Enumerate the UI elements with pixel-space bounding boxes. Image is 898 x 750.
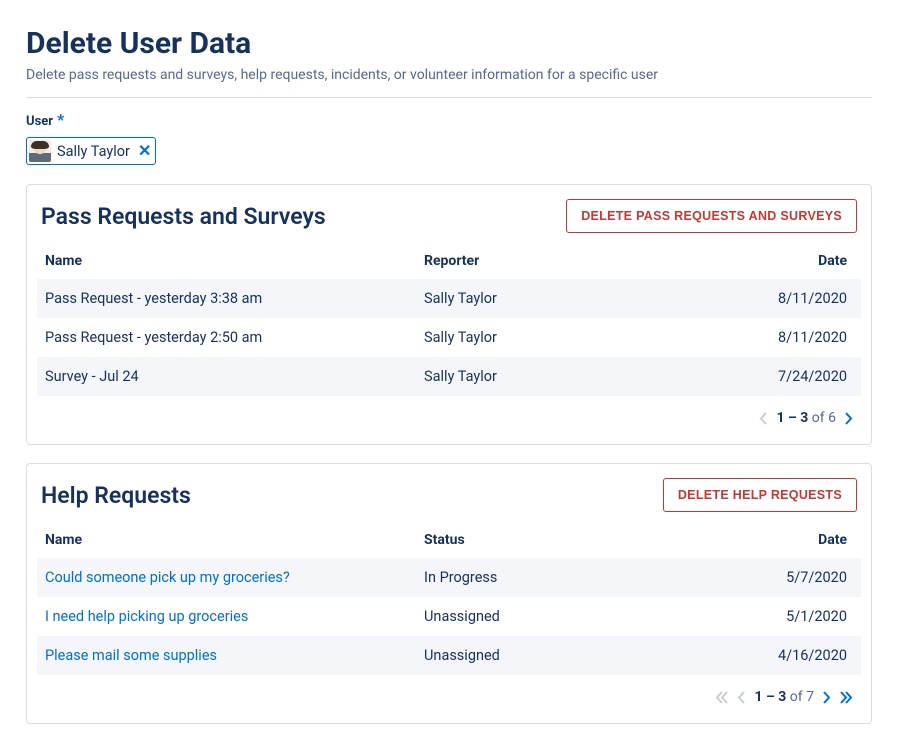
chevron-left-icon — [759, 412, 768, 425]
table-row: Please mail some supplies Unassigned 4/1… — [37, 636, 861, 675]
help-request-link[interactable]: Please mail some supplies — [45, 647, 217, 664]
required-star: * — [57, 110, 64, 129]
chevron-left-icon — [737, 691, 746, 704]
table-row: Could someone pick up my groceries? In P… — [37, 558, 861, 597]
pager-range: 1 – 3 — [754, 689, 786, 705]
pager-text: 1 – 3 of 7 — [754, 689, 814, 705]
panel-pass-requests: Pass Requests and Surveys DELETE PASS RE… — [26, 184, 872, 445]
table-row: Pass Request - yesterday 3:38 am Sally T… — [37, 279, 861, 318]
panel-title-pass: Pass Requests and Surveys — [41, 203, 326, 230]
pager-of: of 7 — [786, 689, 814, 705]
panel-title-help: Help Requests — [41, 482, 191, 509]
cell-reporter: Sally Taylor — [416, 357, 663, 396]
cell-name: Could someone pick up my groceries? — [37, 558, 416, 597]
col-name: Name — [37, 522, 416, 558]
cell-date: 5/1/2020 — [663, 597, 861, 636]
divider — [26, 97, 872, 98]
pager-range: 1 – 3 — [776, 410, 808, 426]
cell-name: Pass Request - yesterday 3:38 am — [37, 279, 416, 318]
cell-status: Unassigned — [416, 597, 663, 636]
help-requests-table: Name Status Date Could someone pick up m… — [37, 522, 861, 675]
table-row: Pass Request - yesterday 2:50 am Sally T… — [37, 318, 861, 357]
double-chevron-left-icon — [715, 691, 729, 704]
user-chip[interactable]: Sally Taylor ✕ — [26, 137, 156, 165]
cell-name: Please mail some supplies — [37, 636, 416, 675]
cell-date: 8/11/2020 — [663, 279, 861, 318]
cell-date: 5/7/2020 — [663, 558, 861, 597]
cell-name: I need help picking up groceries — [37, 597, 416, 636]
pass-pager: 1 – 3 of 6 — [27, 396, 871, 426]
help-request-link[interactable]: Could someone pick up my groceries? — [45, 569, 290, 586]
cell-status: Unassigned — [416, 636, 663, 675]
pass-requests-table: Name Reporter Date Pass Request - yester… — [37, 243, 861, 396]
page-title: Delete User Data — [26, 26, 872, 61]
cell-name: Pass Request - yesterday 2:50 am — [37, 318, 416, 357]
cell-status: In Progress — [416, 558, 663, 597]
chevron-right-icon[interactable] — [822, 691, 831, 704]
col-status: Status — [416, 522, 663, 558]
col-date: Date — [663, 522, 861, 558]
cell-reporter: Sally Taylor — [416, 279, 663, 318]
delete-help-requests-button[interactable]: DELETE HELP REQUESTS — [663, 478, 857, 512]
avatar — [29, 140, 51, 162]
col-date: Date — [663, 243, 861, 279]
close-icon[interactable]: ✕ — [138, 143, 151, 159]
cell-date: 4/16/2020 — [663, 636, 861, 675]
user-chip-name: Sally Taylor — [57, 143, 130, 160]
user-field-label: User — [26, 114, 53, 129]
table-row: Survey - Jul 24 Sally Taylor 7/24/2020 — [37, 357, 861, 396]
page-subtitle: Delete pass requests and surveys, help r… — [26, 67, 872, 83]
help-request-link[interactable]: I need help picking up groceries — [45, 608, 248, 625]
cell-name: Survey - Jul 24 — [37, 357, 416, 396]
pager-of: of 6 — [808, 410, 836, 426]
chevron-right-icon[interactable] — [844, 412, 853, 425]
cell-reporter: Sally Taylor — [416, 318, 663, 357]
pager-text: 1 – 3 of 6 — [776, 410, 836, 426]
cell-date: 8/11/2020 — [663, 318, 861, 357]
col-name: Name — [37, 243, 416, 279]
cell-date: 7/24/2020 — [663, 357, 861, 396]
col-reporter: Reporter — [416, 243, 663, 279]
table-row: I need help picking up groceries Unassig… — [37, 597, 861, 636]
panel-help-requests: Help Requests DELETE HELP REQUESTS Name … — [26, 463, 872, 724]
delete-pass-requests-button[interactable]: DELETE PASS REQUESTS AND SURVEYS — [566, 199, 857, 233]
double-chevron-right-icon[interactable] — [839, 691, 853, 704]
help-pager: 1 – 3 of 7 — [27, 675, 871, 705]
